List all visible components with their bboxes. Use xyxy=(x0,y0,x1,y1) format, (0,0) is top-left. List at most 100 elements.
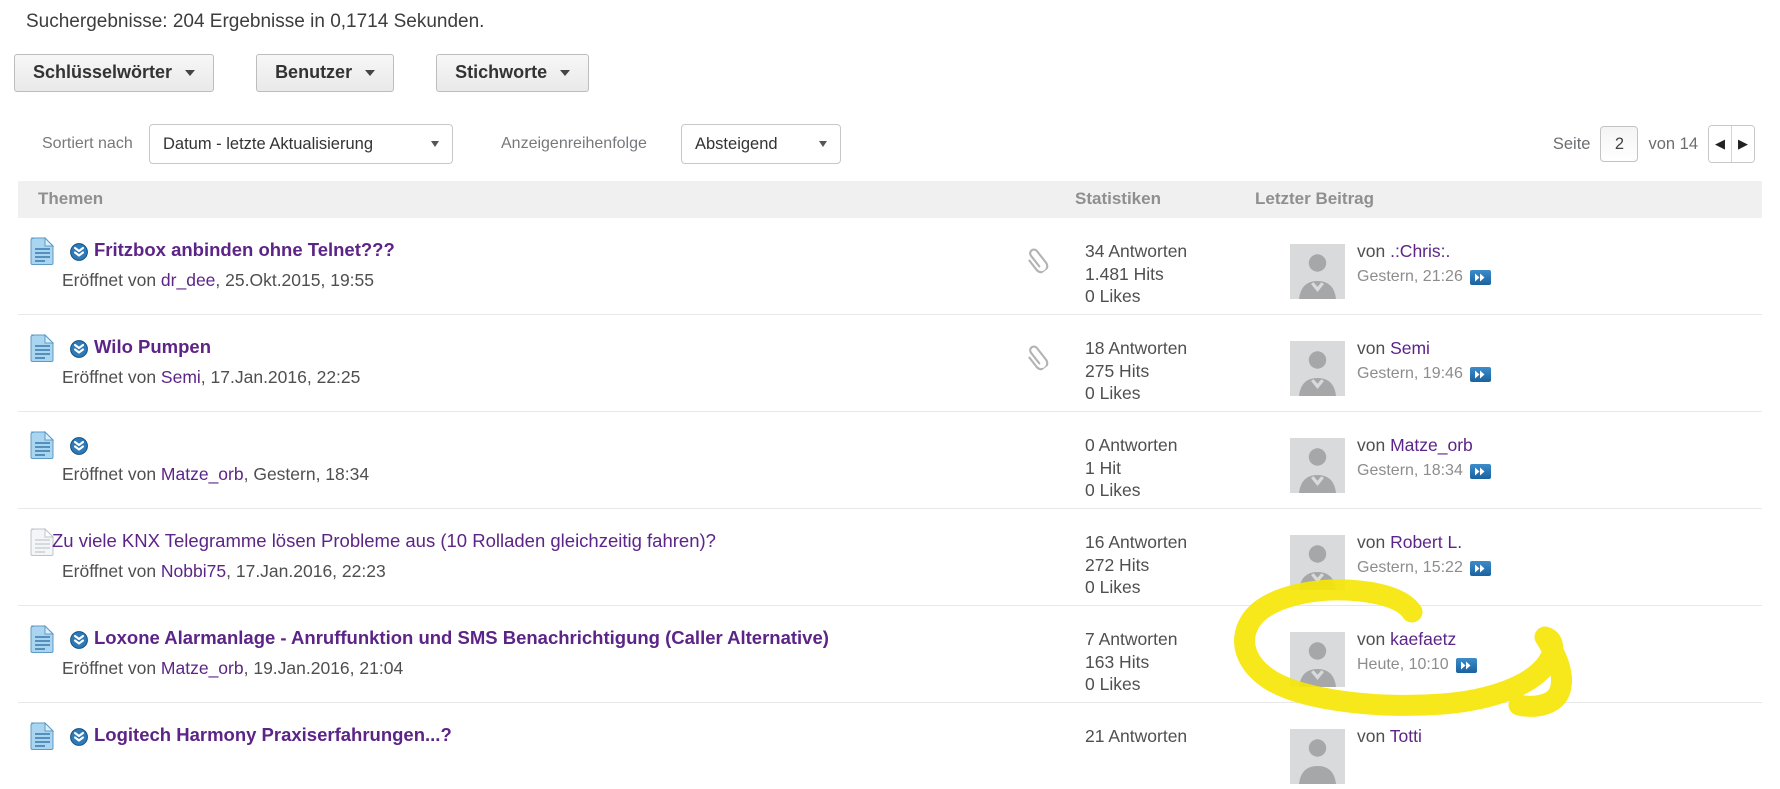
thread-author-link[interactable]: dr_dee xyxy=(161,270,216,290)
chevron-down-icon xyxy=(365,69,376,76)
last-post-time: Gestern, 19:46 xyxy=(1357,365,1491,383)
hits-count: 272 Hits xyxy=(1085,554,1150,575)
thread-stats: 34 Antworten 1.481 Hits 0 Likes xyxy=(1085,240,1187,308)
last-post-prefix: von xyxy=(1357,532,1391,552)
thread-document-icon xyxy=(30,236,55,270)
page-label: Seite xyxy=(1552,134,1591,153)
thread-row: Wilo Pumpen Eröffnet von Semi, 17.Jan.20… xyxy=(18,315,1762,412)
keywords-filter-button[interactable]: Schlüsselwörter xyxy=(14,54,215,92)
thread-opened-info: Eröffnet von Semi, 17.Jan.2016, 22:25 xyxy=(62,367,360,388)
last-post-prefix: von xyxy=(1357,435,1391,455)
thread-stats: 16 Antworten 272 Hits 0 Likes xyxy=(1085,531,1187,599)
opened-date: , 19.Jan.2016, 21:04 xyxy=(243,658,404,678)
replies-count: 18 Antworten xyxy=(1085,338,1188,358)
opened-prefix: Eröffnet von xyxy=(62,464,161,484)
thread-document-icon xyxy=(30,333,55,367)
last-post-by: von Semi xyxy=(1357,338,1430,359)
avatar[interactable] xyxy=(1290,535,1345,590)
replies-count: 21 Antworten xyxy=(1085,726,1188,746)
users-filter-label: Benutzer xyxy=(275,62,353,82)
tags-filter-button[interactable]: Stichworte xyxy=(436,54,590,92)
last-post-by: von Totti xyxy=(1357,726,1422,747)
thread-opened-info: Eröffnet von Matze_orb, 19.Jan.2016, 21:… xyxy=(62,658,403,679)
thread-opened-info: Eröffnet von Nobbi75, 17.Jan.2016, 22:23 xyxy=(62,561,386,582)
go-to-last-post-icon[interactable] xyxy=(1469,463,1491,479)
avatar[interactable] xyxy=(1290,729,1345,784)
thread-title-link[interactable]: Zu viele KNX Telegramme lösen Probleme a… xyxy=(52,530,716,552)
topics-column-header: Themen xyxy=(38,189,104,208)
last-post-user-link[interactable]: kaefaetz xyxy=(1390,629,1456,649)
last-post-user-link[interactable]: .:Chris:. xyxy=(1390,241,1450,261)
avatar[interactable] xyxy=(1290,438,1345,493)
display-order-label: Anzeigenreihenfolge xyxy=(501,135,647,152)
thread-author-link[interactable]: Matze_orb xyxy=(161,658,244,678)
thread-stats: 0 Antworten 1 Hit 0 Likes xyxy=(1085,434,1177,502)
last-post-user-link[interactable]: Totti xyxy=(1390,726,1422,746)
replies-count: 0 Antworten xyxy=(1085,435,1178,455)
page-total-label: von 14 xyxy=(1648,134,1698,153)
last-post-by: von kaefaetz xyxy=(1357,629,1456,650)
go-to-unread-icon[interactable] xyxy=(70,340,88,363)
thread-author-link[interactable]: Nobbi75 xyxy=(161,561,226,581)
results-table-header: Themen Statistiken Letzter Beitrag xyxy=(18,181,1762,218)
last-post-user-link[interactable]: Robert L. xyxy=(1390,532,1462,552)
thread-document-icon xyxy=(30,430,55,464)
go-to-unread-icon[interactable] xyxy=(70,631,88,654)
thread-title-link[interactable]: Loxone Alarmanlage - Anruffunktion und S… xyxy=(94,627,829,649)
opened-prefix: Eröffnet von xyxy=(62,367,161,387)
search-results-summary: Suchergebnisse: 204 Ergebnisse in 0,1714… xyxy=(26,11,485,32)
last-post-prefix: von xyxy=(1357,629,1391,649)
chevron-down-icon xyxy=(431,141,439,147)
page-number-input[interactable] xyxy=(1600,126,1639,162)
last-post-prefix: von xyxy=(1357,338,1391,358)
sort-bar: Sortiert nach Datum - letzte Aktualisier… xyxy=(0,124,1780,166)
thread-row: Fritzbox anbinden ohne Telnet??? Eröffne… xyxy=(18,218,1762,315)
replies-count: 16 Antworten xyxy=(1085,532,1188,552)
last-post-timestamp: Gestern, 21:26 xyxy=(1357,268,1463,285)
avatar[interactable] xyxy=(1290,632,1345,687)
likes-count: 0 Likes xyxy=(1085,383,1141,403)
last-post-time: Gestern, 15:22 xyxy=(1357,559,1491,577)
users-filter-button[interactable]: Benutzer xyxy=(256,54,395,92)
likes-count: 0 Likes xyxy=(1085,577,1141,597)
thread-row: Loxone Alarmanlage - Anruffunktion und S… xyxy=(18,606,1762,703)
thread-title-link[interactable]: Logitech Harmony Praxiserfahrungen...? xyxy=(94,724,452,746)
go-to-unread-icon[interactable] xyxy=(70,728,88,751)
go-to-last-post-icon[interactable] xyxy=(1455,657,1477,673)
thread-title-link[interactable]: Fritzbox anbinden ohne Telnet??? xyxy=(94,239,395,261)
last-post-user-link[interactable]: Matze_orb xyxy=(1390,435,1473,455)
opened-date: , 25.Okt.2015, 19:55 xyxy=(215,270,375,290)
thread-author-link[interactable]: Matze_orb xyxy=(161,464,244,484)
display-order-select[interactable]: Absteigend xyxy=(681,124,841,164)
avatar[interactable] xyxy=(1290,244,1345,299)
sort-by-value: Datum - letzte Aktualisierung xyxy=(163,134,374,153)
thread-title-link[interactable]: Wilo Pumpen xyxy=(94,336,211,358)
go-to-last-post-icon[interactable] xyxy=(1469,560,1491,576)
sort-by-label: Sortiert nach xyxy=(42,135,133,152)
thread-stats: 21 Antworten xyxy=(1085,725,1187,748)
sort-by-select[interactable]: Datum - letzte Aktualisierung xyxy=(149,124,453,164)
previous-page-button[interactable]: ◀ xyxy=(1709,126,1731,162)
go-to-last-post-icon[interactable] xyxy=(1469,269,1491,285)
next-page-button[interactable]: ▶ xyxy=(1731,126,1754,162)
avatar[interactable] xyxy=(1290,341,1345,396)
go-to-unread-icon[interactable] xyxy=(70,243,88,266)
hits-count: 275 Hits xyxy=(1085,360,1150,381)
display-order-value: Absteigend xyxy=(695,134,778,153)
opened-prefix: Eröffnet von xyxy=(62,658,161,678)
thread-author-link[interactable]: Semi xyxy=(161,367,201,387)
last-post-timestamp: Gestern, 15:22 xyxy=(1357,559,1463,576)
thread-list: Fritzbox anbinden ohne Telnet??? Eröffne… xyxy=(18,218,1762,784)
stats-column-header: Statistiken xyxy=(1075,189,1161,208)
last-post-time: Gestern, 21:26 xyxy=(1357,268,1491,286)
paperclip-icon xyxy=(1023,340,1058,377)
go-to-unread-icon[interactable] xyxy=(70,437,88,460)
hits-count: 1.481 Hits xyxy=(1085,263,1164,284)
last-post-user-link[interactable]: Semi xyxy=(1390,338,1430,358)
thread-stats: 7 Antworten 163 Hits 0 Likes xyxy=(1085,628,1177,696)
last-post-timestamp: Gestern, 19:46 xyxy=(1357,365,1463,382)
thread-opened-info: Eröffnet von Matze_orb, Gestern, 18:34 xyxy=(62,464,369,485)
go-to-last-post-icon[interactable] xyxy=(1469,366,1491,382)
chevron-down-icon xyxy=(819,141,827,147)
last-post-prefix: von xyxy=(1357,241,1391,261)
